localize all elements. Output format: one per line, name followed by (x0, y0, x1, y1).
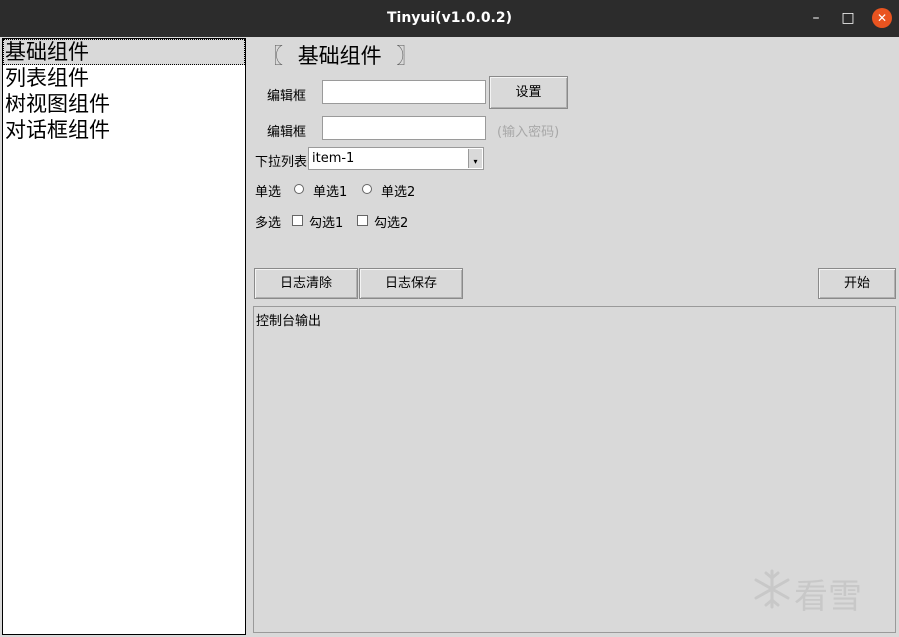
close-button[interactable]: ✕ (872, 8, 892, 28)
password-hint: (输入密码) (497, 125, 560, 140)
watermark: 看雪 (752, 567, 882, 617)
radio-option-2[interactable] (362, 184, 372, 194)
title-bracket-close: 〗 (396, 44, 418, 68)
checkbox-1[interactable] (292, 215, 303, 226)
chevron-down-icon[interactable]: ▾ (468, 149, 482, 168)
edit1-label: 编辑框 (267, 89, 307, 104)
title-bar: Tinyui(v1.0.0.2) – □ ✕ (0, 0, 899, 37)
combo-label: 下拉列表 (255, 155, 308, 170)
start-button[interactable]: 开始 (818, 268, 896, 299)
radio-option-1-label[interactable]: 单选1 (313, 181, 347, 200)
checkbox-2[interactable] (357, 215, 368, 226)
maximize-button[interactable]: □ (838, 8, 858, 28)
sidebar-list[interactable]: 基础组件 列表组件 树视图组件 对话框组件 (2, 38, 246, 635)
check-label: 多选 (255, 216, 282, 231)
page-title: 〖 基础组件 〗 (262, 40, 417, 70)
minimize-button[interactable]: – (806, 8, 826, 28)
dropdown-value: item-1 (312, 151, 355, 166)
save-log-button[interactable]: 日志保存 (359, 268, 463, 299)
sidebar-item-dialog[interactable]: 对话框组件 (3, 117, 245, 143)
edit1-input[interactable] (322, 80, 486, 104)
watermark-text: 看雪 (794, 577, 862, 617)
radio-label: 单选 (255, 185, 282, 200)
radio-option-1[interactable] (294, 184, 304, 194)
title-bracket-open: 〖 (262, 44, 283, 68)
radio-option-2-label[interactable]: 单选2 (381, 181, 415, 200)
sidebar-item-basic[interactable]: 基础组件 (3, 39, 245, 65)
dropdown-select[interactable]: item-1 ▾ (308, 147, 484, 170)
sidebar-item-list[interactable]: 列表组件 (3, 65, 245, 91)
snowflake-icon (754, 569, 790, 609)
password-input[interactable] (322, 116, 486, 140)
checkbox-2-label[interactable]: 勾选2 (374, 212, 408, 231)
edit2-label: 编辑框 (267, 125, 307, 140)
window-title: Tinyui(v1.0.0.2) (386, 10, 513, 26)
console-text: 控制台输出 (256, 314, 322, 329)
set-button[interactable]: 设置 (489, 76, 568, 109)
page-title-text: 基础组件 (297, 44, 382, 68)
sidebar-item-treeview[interactable]: 树视图组件 (3, 91, 245, 117)
checkbox-1-label[interactable]: 勾选1 (309, 212, 343, 231)
clear-log-button[interactable]: 日志清除 (254, 268, 358, 299)
